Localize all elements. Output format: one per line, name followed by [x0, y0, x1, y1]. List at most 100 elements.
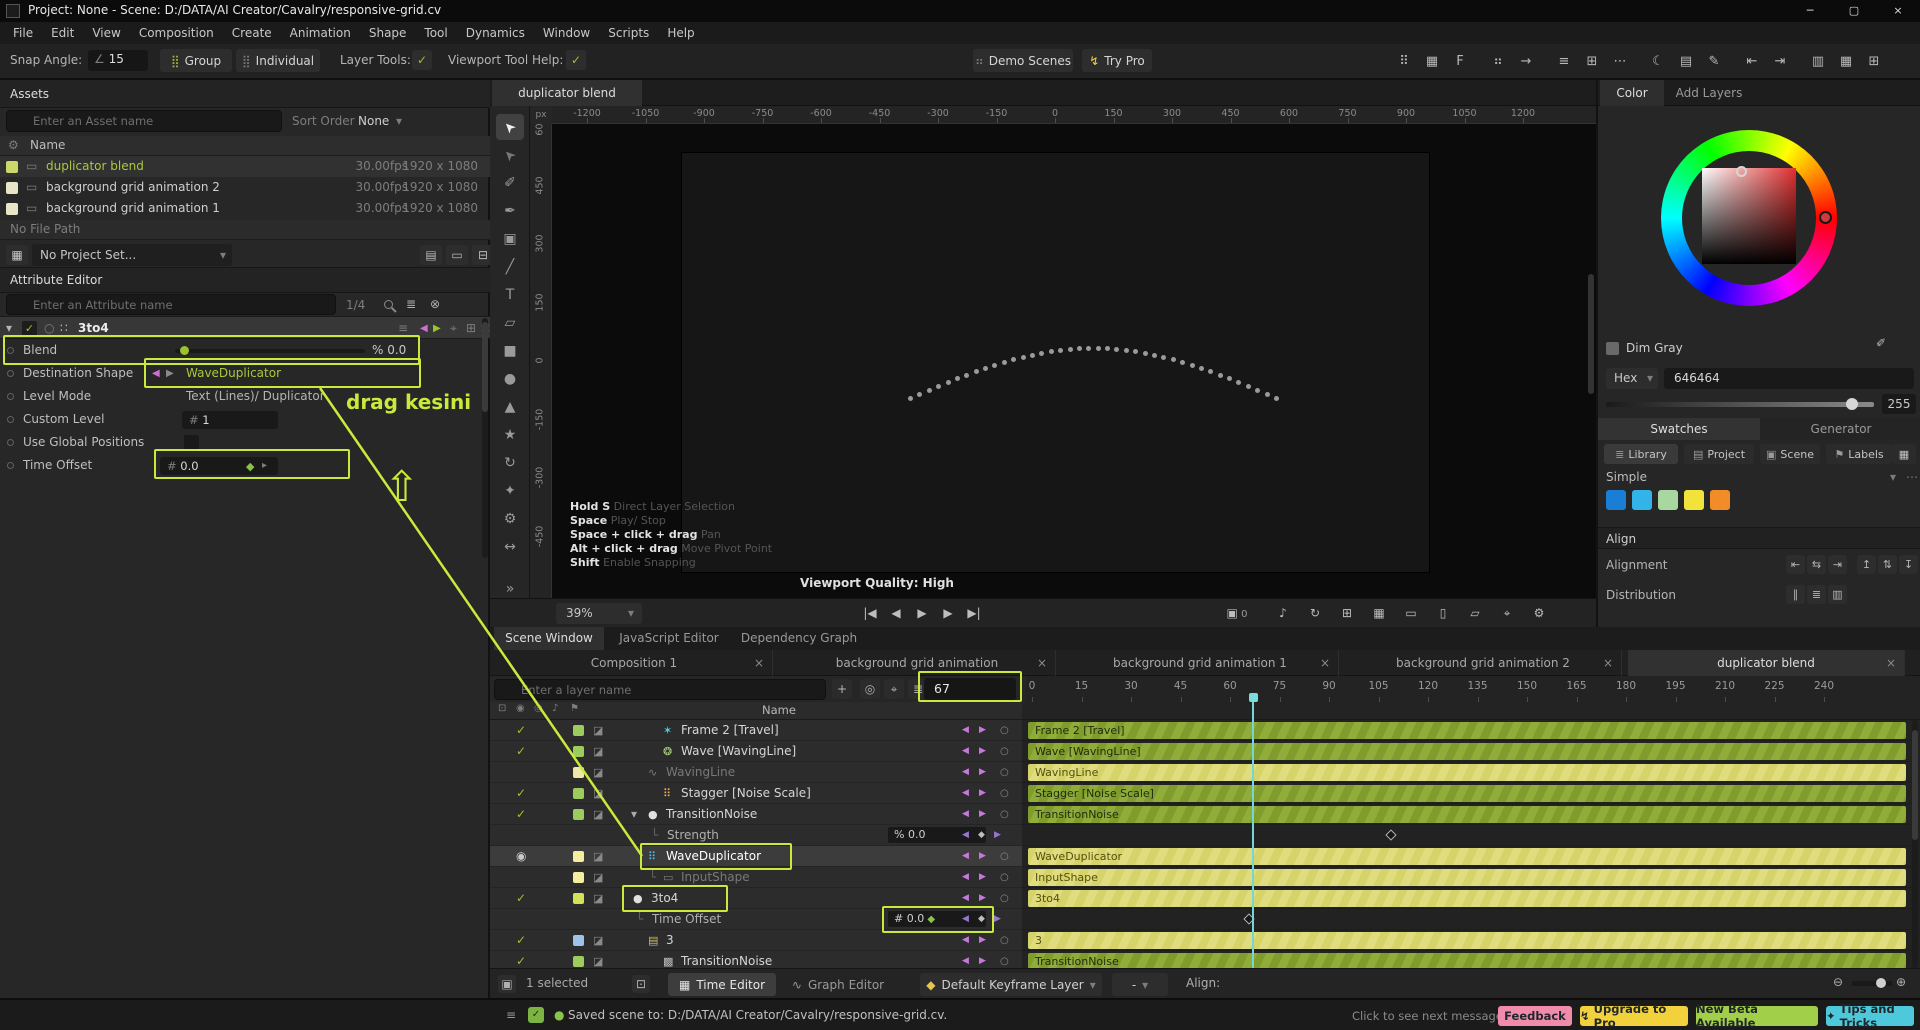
comp-tab[interactable]: background grid animation×: [779, 650, 1056, 676]
view-mode-icon[interactable]: ▦: [1892, 444, 1916, 464]
menu-scripts[interactable]: Scripts: [599, 22, 658, 44]
skip-start-button[interactable]: |◀: [858, 606, 882, 620]
swatch-group-caret-icon[interactable]: ▾: [1890, 470, 1896, 484]
maximize-button[interactable]: ▢: [1832, 0, 1876, 22]
behaviour-circle-icon[interactable]: ○: [1000, 762, 1009, 783]
layer-search-input[interactable]: [494, 679, 826, 700]
menu-shape[interactable]: Shape: [360, 22, 416, 44]
alpha-value[interactable]: 255: [1888, 397, 1911, 411]
render-flag-icon[interactable]: ◪: [593, 951, 603, 968]
dots-grid-icon[interactable]: ⠿: [1392, 50, 1416, 74]
library-tab-project[interactable]: ▤Project: [1684, 444, 1754, 464]
layer-color-swatch[interactable]: [573, 893, 584, 904]
attr-row-blend[interactable]: Blend % 0.0: [0, 339, 486, 362]
layer-name[interactable]: WaveDuplicator: [666, 846, 761, 867]
layer-name[interactable]: WavingLine: [666, 762, 735, 783]
set-keyframe-icon[interactable]: ▣: [498, 975, 516, 993]
behaviour-circle-icon[interactable]: ○: [1000, 867, 1009, 888]
keyframe-toggle-icon[interactable]: [7, 416, 14, 423]
layer-tools-checkbox[interactable]: ✓: [412, 50, 432, 70]
layer-color-swatch[interactable]: [573, 746, 584, 757]
blend-value[interactable]: % 0.0: [372, 339, 406, 362]
audio-icon[interactable]: ♪: [552, 703, 558, 714]
render-flag-icon[interactable]: ◪: [593, 804, 603, 825]
node-enabled-checkbox[interactable]: ✓: [22, 321, 37, 336]
keyframe-marker[interactable]: [1385, 829, 1396, 840]
pivot-icon[interactable]: ⌖: [1496, 606, 1518, 621]
behaviour-circle-icon[interactable]: ○: [1000, 846, 1009, 867]
keyframe-toggle-icon[interactable]: [7, 439, 14, 446]
pin-icon[interactable]: ⌖: [450, 317, 457, 340]
menu-window[interactable]: Window: [534, 22, 599, 44]
console-icon[interactable]: ≡: [506, 1008, 516, 1022]
snap-angle-field[interactable]: ∠ 15: [88, 50, 148, 71]
attr-row-time-offset[interactable]: Time Offset # 0.0 ◆ ▸: [0, 454, 486, 477]
sv-square[interactable]: [1702, 168, 1796, 264]
star-tool[interactable]: ★: [496, 422, 524, 448]
layer-name[interactable]: InputShape: [681, 867, 750, 888]
next-keyframe-icon[interactable]: ▶: [994, 909, 1001, 930]
composition-area[interactable]: [681, 152, 1430, 573]
scatter-icon[interactable]: ⠶: [1486, 50, 1510, 74]
tips-and-tricks-button[interactable]: ✦Tips and Tricks: [1826, 1006, 1914, 1026]
next-node-icon[interactable]: ▶: [433, 317, 441, 340]
render-flag-icon[interactable]: ◪: [593, 783, 603, 804]
layer-scrollbar[interactable]: [1912, 720, 1918, 968]
lock-icon[interactable]: ⊡: [498, 703, 506, 714]
layer-name[interactable]: Frame 2 [Travel]: [681, 720, 779, 741]
attribute-scrollbar[interactable]: [482, 318, 488, 558]
current-frame-field[interactable]: [924, 681, 1004, 696]
assets-name-header[interactable]: Name: [30, 138, 65, 152]
close-tab-icon[interactable]: ×: [1037, 650, 1047, 676]
use-global-positions-checkbox[interactable]: [184, 435, 199, 450]
visibility-eye-icon[interactable]: ◉: [516, 846, 526, 867]
attr-row-destination-shape[interactable]: Destination Shape ◀ ▶ WaveDuplicator: [0, 362, 486, 385]
attr-row-level-mode[interactable]: Level Mode Text (Lines)/ Duplicator: [0, 385, 486, 408]
eyedropper-tool[interactable]: ✐: [496, 170, 524, 196]
next-keyframe-icon[interactable]: ▶: [979, 846, 986, 867]
panel-tab-javascript-editor[interactable]: JavaScript Editor: [608, 627, 730, 650]
individual-button[interactable]: ⣿ Individual: [236, 49, 320, 72]
panel-icon[interactable]: ▤: [1674, 50, 1698, 74]
timeline-zoom-knob[interactable]: [1876, 978, 1886, 988]
behaviour-circle-icon[interactable]: ○: [1000, 804, 1009, 825]
asset-row[interactable]: ▭background grid animation 130.00fps1920…: [0, 198, 490, 219]
hex-dropdown[interactable]: Hex ▾: [1606, 368, 1658, 389]
display-icon[interactable]: ▭: [1400, 606, 1422, 620]
timeline-zoom-slider[interactable]: [1852, 981, 1892, 986]
prev-node-icon[interactable]: ◀: [420, 317, 428, 340]
node-settings-icon[interactable]: ≡: [398, 317, 408, 340]
panel-tab-scene-window[interactable]: Scene Window: [494, 627, 604, 650]
keyframe-toggle-icon[interactable]: [7, 462, 14, 469]
next-keyframe-icon[interactable]: ▶: [979, 867, 986, 888]
prev-keyframe-icon[interactable]: ◀: [962, 867, 969, 888]
next-keyframe-icon[interactable]: ▶: [979, 804, 986, 825]
viewport-tool-help-checkbox[interactable]: ✓: [566, 50, 586, 70]
behaviour-circle-icon[interactable]: ○: [1000, 888, 1009, 909]
timeline-bar[interactable]: TransitionNoise: [1028, 806, 1906, 823]
playhead[interactable]: [1252, 702, 1254, 968]
attribute-name[interactable]: Time Offset: [652, 909, 721, 930]
comp-tool[interactable]: ▣: [496, 226, 524, 252]
skip-end-button[interactable]: ▶|: [962, 606, 986, 620]
destination-shape-value[interactable]: WaveDuplicator: [186, 362, 281, 385]
target-icon[interactable]: ◎: [860, 679, 880, 699]
attr-row-custom-level[interactable]: Custom Level # 1: [0, 408, 486, 431]
layer-color-swatch[interactable]: [573, 851, 584, 862]
zoom-in-icon[interactable]: ⊕: [1896, 975, 1906, 989]
layer-name[interactable]: TransitionNoise: [681, 951, 772, 968]
alpha-slider[interactable]: [1606, 402, 1874, 407]
attribute-name[interactable]: Strength: [667, 825, 719, 846]
expander-icon[interactable]: ▾: [631, 804, 637, 825]
behaviour-circle-icon[interactable]: ○: [1000, 930, 1009, 951]
prev-keyframe-icon[interactable]: ◀: [962, 762, 969, 783]
color-swatch[interactable]: [1606, 490, 1626, 510]
enabled-checkbox[interactable]: ✓: [516, 804, 526, 825]
level-mode-value[interactable]: Text (Lines)/ Duplicator: [186, 385, 325, 408]
keyframe-diamond-icon[interactable]: ◆: [978, 825, 985, 846]
align-right-icon[interactable]: ⇥: [1828, 555, 1847, 574]
behaviour-circle-icon[interactable]: ○: [1000, 741, 1009, 762]
settings-tool[interactable]: ⚙: [496, 506, 524, 532]
close-tab-icon[interactable]: ×: [754, 650, 764, 676]
ellipse-tool[interactable]: ●: [496, 366, 524, 392]
